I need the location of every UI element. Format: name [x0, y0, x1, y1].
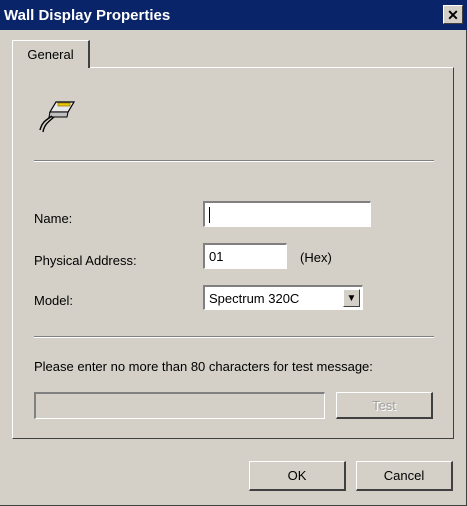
wall-display-connector-icon — [39, 101, 76, 133]
separator-bottom — [34, 336, 434, 338]
title-bar[interactable]: Wall Display Properties ✕ — [0, 0, 467, 30]
text-caret — [209, 206, 210, 223]
close-button[interactable]: ✕ — [443, 5, 463, 24]
close-icon: ✕ — [447, 6, 459, 23]
hex-suffix-label: (Hex) — [300, 250, 332, 265]
test-button-label: Test — [372, 397, 396, 413]
model-selected-value: Spectrum 320C — [209, 290, 300, 306]
window-title: Wall Display Properties — [4, 6, 171, 24]
ok-button-label: OK — [287, 468, 307, 483]
chevron-down-icon: ▼ — [346, 292, 357, 304]
model-dropdown-button[interactable]: ▼ — [343, 289, 360, 307]
tab-general-label: General — [27, 47, 74, 62]
dialog-window: Wall Display Properties ✕ General Name: … — [0, 0, 467, 506]
physical-address-value: 01 — [209, 249, 224, 264]
ok-button[interactable]: OK — [249, 461, 346, 491]
name-input[interactable] — [203, 201, 371, 227]
tab-general[interactable]: General — [12, 40, 90, 68]
physical-address-label: Physical Address: — [34, 253, 137, 268]
test-message-prompt: Please enter no more than 80 characters … — [34, 359, 373, 374]
cancel-button[interactable]: Cancel — [356, 461, 453, 491]
test-message-input[interactable] — [34, 392, 325, 419]
model-label: Model: — [34, 293, 74, 308]
cancel-button-label: Cancel — [383, 468, 425, 483]
model-select[interactable]: Spectrum 320C ▼ — [203, 285, 363, 310]
physical-address-input[interactable]: 01 — [203, 243, 287, 269]
separator-top — [34, 160, 434, 162]
test-button[interactable]: Test — [336, 392, 433, 419]
name-label: Name: — [34, 211, 73, 226]
